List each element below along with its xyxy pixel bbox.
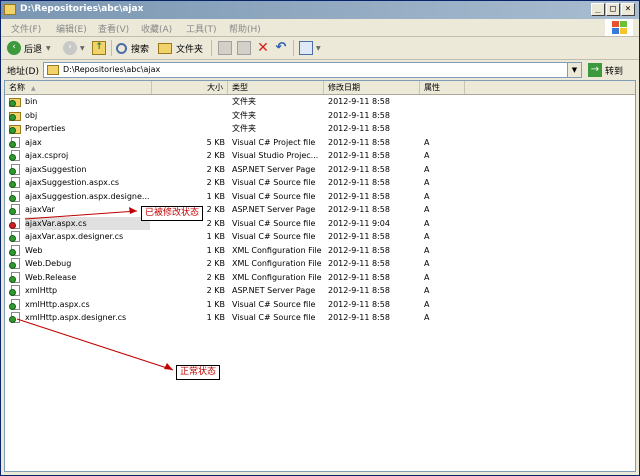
callout-modified: 已被修改状态 [141,206,204,221]
explorer-window: D:\Repositories\abc\ajax _ □ × 文件(F) 编辑(… [0,0,640,476]
callout-normal: 正常状态 [176,365,221,380]
annotation-arrows [16,207,174,371]
